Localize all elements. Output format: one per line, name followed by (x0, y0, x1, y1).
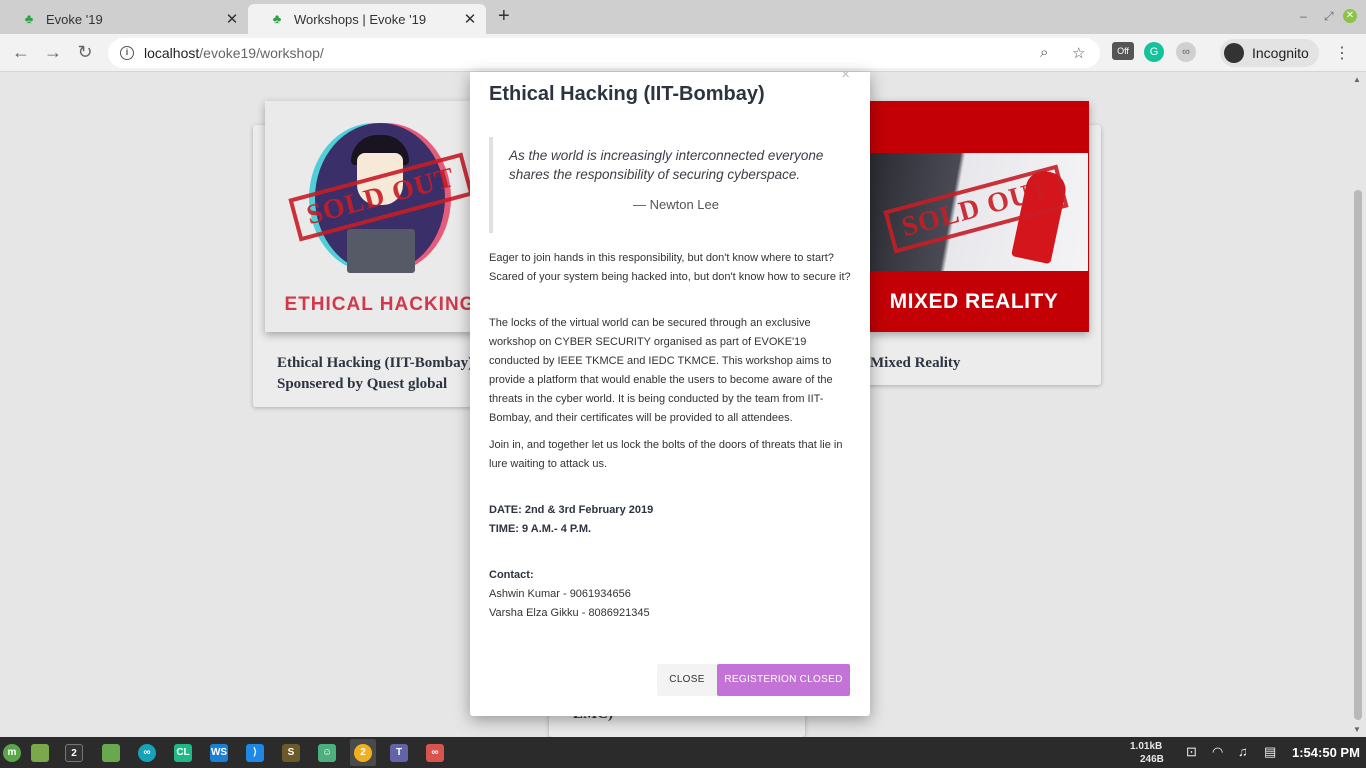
blockquote: As the world is increasingly interconnec… (489, 137, 851, 233)
contact-heading: Contact: (489, 569, 534, 581)
contact-item: Ashwin Kumar - 9061934656 (489, 588, 631, 600)
tab-workshops[interactable]: ♣ Workshops | Evoke '19 ✕ (248, 4, 486, 34)
clion-icon[interactable]: CL (174, 744, 192, 762)
bookmark-star-icon[interactable]: ☆ (1072, 44, 1085, 62)
registration-closed-button[interactable]: REGISTERION CLOSED (717, 664, 850, 696)
browser-tab-strip: ♣ Evoke '19 ✕ ♣ Workshops | Evoke '19 ✕ … (0, 0, 1366, 34)
chrome-icon[interactable]: 2 (354, 744, 372, 762)
extension-off-icon[interactable]: Off (1112, 42, 1134, 60)
event-date: DATE: 2nd & 3rd February 2019 (489, 504, 654, 516)
forward-icon[interactable]: → (42, 42, 64, 63)
scroll-down-icon[interactable]: ▼ (1353, 725, 1361, 734)
arduino-icon[interactable]: ∞ (138, 744, 156, 762)
maximize-icon[interactable]: ⤢ (1324, 9, 1334, 24)
modal-close-icon[interactable]: × (841, 66, 850, 83)
browser-toolbar: ← → ↻ i localhost/evoke19/workshop/ ⌕ ☆ … (0, 34, 1366, 72)
description-paragraph: The locks of the virtual world can be se… (489, 317, 833, 424)
extension-link-icon[interactable]: ∞ (1176, 42, 1196, 62)
terminal-icon[interactable]: 2 (65, 744, 83, 762)
gnome-app-icon[interactable]: ☺ (318, 744, 336, 762)
start-menu-icon[interactable]: m (3, 744, 21, 762)
reload-icon[interactable]: ↻ (74, 42, 96, 63)
quote-author: — Newton Lee (633, 197, 719, 212)
music-icon[interactable]: ♫ (1238, 744, 1248, 759)
show-desktop-icon[interactable] (31, 744, 49, 762)
contact-item: Varsha Elza Gikku - 8086921345 (489, 607, 650, 619)
network-speed: 1.01kB 246B (1130, 740, 1164, 766)
scrollbar-thumb[interactable] (1354, 190, 1362, 720)
webstorm-icon[interactable]: WS (210, 744, 228, 762)
quote-text: As the world is increasingly interconnec… (509, 148, 824, 182)
net-down: 1.01kB (1130, 741, 1163, 752)
event-time: TIME: 9 A.M.- 4 P.M. (489, 523, 592, 535)
screenshot-icon[interactable]: ⊡ (1186, 744, 1197, 760)
new-tab-icon[interactable]: + (498, 5, 510, 28)
description-paragraph: Join in, and together let us lock the bo… (489, 439, 843, 470)
tab-evoke[interactable]: ♣ Evoke '19 ✕ (0, 4, 248, 34)
scroll-up-icon[interactable]: ▲ (1353, 75, 1361, 84)
close-button[interactable]: CLOSE (657, 664, 717, 696)
files-icon[interactable] (102, 744, 120, 762)
os-taskbar: m 2 ∞ CL WS ⟩ S ☺ 2 T ∞ 1.01kB 246B ⊡ ◠ … (0, 737, 1366, 768)
minimize-icon[interactable]: – (1300, 9, 1307, 23)
evoke-leaf-icon: ♣ (24, 11, 34, 26)
sublime-icon[interactable]: S (282, 744, 300, 762)
grammarly-icon[interactable]: G (1144, 42, 1164, 62)
net-up: 246B (1140, 754, 1164, 765)
window-close-icon[interactable]: ✕ (1343, 9, 1357, 23)
system-clock[interactable]: 1:54:50 PM (1292, 745, 1360, 760)
workshop-detail-modal: × Ethical Hacking (IIT-Bombay) As the wo… (470, 66, 870, 716)
menu-icon[interactable]: ⋮ (1334, 43, 1350, 63)
clipboard-icon[interactable]: ▤ (1264, 744, 1276, 760)
app-icon[interactable]: ∞ (426, 744, 444, 762)
incognito-label: Incognito (1252, 45, 1309, 61)
wifi-icon[interactable]: ◠ (1212, 744, 1223, 760)
zoom-icon[interactable]: ⌕ (1040, 44, 1048, 61)
tab-close-icon[interactable]: ✕ (224, 10, 240, 28)
back-icon[interactable]: ← (10, 42, 32, 63)
evoke-leaf-icon: ♣ (272, 11, 282, 26)
address-bar[interactable]: i localhost/evoke19/workshop/ ⌕ ☆ (108, 38, 1100, 68)
modal-title: Ethical Hacking (IIT-Bombay) (489, 83, 765, 105)
url-text: localhost/evoke19/workshop/ (144, 45, 324, 61)
incognito-indicator[interactable]: Incognito (1220, 39, 1319, 67)
site-info-icon[interactable]: i (120, 46, 134, 60)
tab-title: Workshops | Evoke '19 (294, 11, 427, 27)
tab-close-icon[interactable]: ✕ (462, 10, 478, 28)
incognito-icon (1224, 43, 1244, 63)
teams-icon[interactable]: T (390, 744, 408, 762)
vscode-icon[interactable]: ⟩ (246, 744, 264, 762)
page-scrollbar[interactable]: ▲ ▼ (1350, 72, 1366, 737)
description-paragraph: Eager to join hands in this responsibili… (489, 252, 851, 283)
tab-title: Evoke '19 (46, 11, 103, 27)
